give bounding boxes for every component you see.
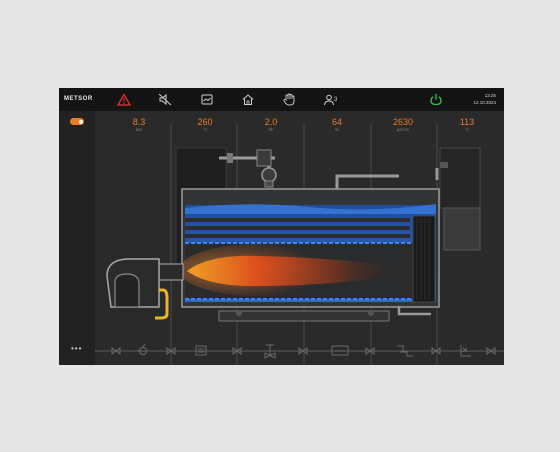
sidebar: ••• [59, 111, 95, 365]
readout-unit: µS/cm [396, 127, 410, 132]
clock-time: 13:25 [484, 93, 496, 98]
readout-value: 113 [459, 117, 475, 127]
readout-unit: % [334, 127, 339, 132]
valve-actuator-icon[interactable] [397, 345, 413, 357]
manual-valve-icon[interactable] [264, 344, 276, 359]
mode-toggle[interactable] [70, 118, 84, 125]
readout-steam-flow[interactable]: 2.0 t/h [246, 117, 296, 133]
readout-flue-temperature[interactable]: 113 °C [442, 117, 492, 133]
sensor-icon[interactable] [460, 345, 471, 357]
user-count: 3 [334, 97, 338, 103]
readout-pressure[interactable]: 8.3 bar [114, 117, 164, 133]
valve-icon[interactable] [365, 347, 375, 355]
readout-temperature[interactable]: 260 °C [180, 117, 230, 133]
readout-value: 2630 [392, 117, 414, 127]
readout-level[interactable]: 64 % [312, 117, 362, 133]
boiler-hmi-screen: METSOR 3 13:25 12.10.2024 ••• 8.3 bar 26… [59, 88, 504, 365]
sound-muted-icon[interactable] [158, 93, 172, 106]
bottom-equipment-row [111, 343, 496, 359]
readout-conductivity[interactable]: 2630 µS/cm [378, 117, 428, 133]
readout-unit: °C [464, 127, 470, 132]
top-bar: METSOR 3 13:25 12.10.2024 [59, 88, 504, 111]
valve-icon[interactable] [232, 347, 242, 355]
alarm-warning-icon[interactable] [117, 93, 131, 106]
valve-icon[interactable] [486, 347, 496, 355]
power-icon[interactable] [429, 93, 443, 106]
brand-logo: METSOR [64, 96, 93, 102]
readout-unit: bar [135, 127, 143, 132]
clock-date: 12.10.2024 [473, 100, 496, 105]
tank-icon[interactable] [331, 345, 349, 356]
clock: 13:25 12.10.2024 [473, 92, 496, 106]
readout-value: 2.0 [264, 117, 278, 127]
trend-chart-icon[interactable] [200, 93, 214, 106]
readout-unit: °C [202, 127, 208, 132]
users-icon[interactable]: 3 [323, 93, 343, 106]
readout-value: 64 [331, 117, 342, 127]
pump-icon[interactable] [137, 343, 147, 355]
hand-manual-icon[interactable] [282, 93, 296, 106]
valve-icon[interactable] [166, 347, 176, 355]
readout-value: 8.3 [132, 117, 146, 127]
valve-icon[interactable] [298, 347, 308, 355]
valve-icon[interactable] [111, 347, 121, 355]
readout-unit: t/h [268, 127, 274, 132]
readout-value: 260 [197, 117, 213, 127]
valve-icon[interactable] [431, 347, 441, 355]
display-panel-icon[interactable] [195, 345, 207, 356]
home-icon[interactable] [241, 93, 255, 106]
